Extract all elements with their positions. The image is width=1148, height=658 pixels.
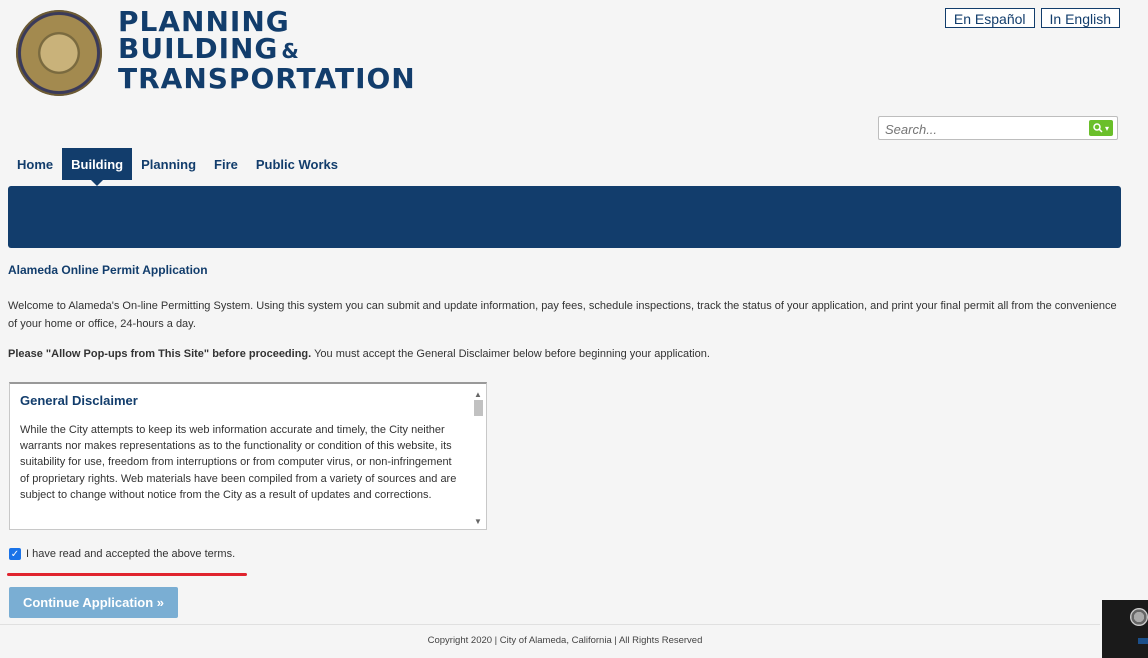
dropdown-caret-icon: ▾ (1104, 123, 1109, 133)
lang-english-button[interactable]: In English (1040, 8, 1120, 28)
footer-divider (0, 624, 1100, 625)
nav-item-fire[interactable]: Fire (205, 148, 247, 180)
logo-line-3: Transportation (118, 62, 416, 95)
page-banner (8, 186, 1121, 248)
nav-item-planning[interactable]: Planning (132, 148, 205, 180)
scroll-down-icon[interactable]: ▼ (474, 517, 482, 526)
search-box: ▾ (878, 116, 1118, 140)
corner-seal-icon (1130, 608, 1148, 626)
popup-note: Please "Allow Pop-ups from This Site" be… (8, 348, 1118, 360)
site-logo[interactable]: Planning Building & Transportation (118, 5, 416, 95)
popup-note-rest: You must accept the General Disclaimer b… (311, 348, 710, 360)
disclaimer-box[interactable]: General Disclaimer While the City attemp… (9, 382, 487, 530)
corner-widget[interactable] (1102, 600, 1148, 658)
nav-item-home[interactable]: Home (8, 148, 62, 180)
corner-flag-icon (1138, 638, 1148, 644)
accept-terms-label[interactable]: I have read and accepted the above terms… (26, 548, 235, 560)
search-icon (1093, 123, 1103, 133)
page: Planning Building & Transportation En Esp… (0, 0, 1148, 658)
nav-item-building[interactable]: Building (62, 148, 133, 180)
checkmark-icon: ✓ (10, 548, 20, 560)
scroll-thumb[interactable] (474, 400, 483, 416)
disclaimer-title: General Disclaimer (20, 393, 138, 408)
continue-application-button[interactable]: Continue Application » (9, 587, 178, 618)
welcome-text: Welcome to Alameda's On-line Permitting … (8, 300, 1117, 330)
lang-spanish-button[interactable]: En Español (944, 8, 1035, 28)
city-seal-icon[interactable] (16, 10, 102, 96)
logo-line-2-text: Building (118, 32, 279, 65)
logo-ampersand: & (281, 39, 300, 63)
nav-item-public-works[interactable]: Public Works (247, 148, 347, 180)
header: Planning Building & Transportation En Esp… (0, 0, 1148, 130)
accept-terms-checkbox[interactable]: ✓ (9, 548, 21, 560)
logo-line-1: Planning (118, 5, 290, 38)
popup-note-bold: Please "Allow Pop-ups from This Site" be… (8, 348, 312, 360)
disclaimer-text: While the City attempts to keep its web … (20, 424, 457, 501)
disclaimer-scrollbar[interactable]: ▲ ▼ (470, 384, 486, 529)
search-button[interactable]: ▾ (1089, 120, 1113, 136)
annotation-underline (7, 573, 247, 576)
search-input[interactable] (883, 119, 1087, 139)
logo-line-2: Building & (118, 35, 416, 65)
scroll-up-icon[interactable]: ▲ (474, 390, 482, 399)
accept-terms-row: ✓ I have read and accepted the above ter… (9, 548, 235, 560)
footer-copyright: Copyright 2020 | City of Alameda, Califo… (427, 635, 703, 646)
language-switcher: En Español In English (944, 8, 1120, 28)
page-title: Alameda Online Permit Application (8, 263, 208, 277)
main-nav: Home Building Planning Fire Public Works (8, 148, 347, 180)
